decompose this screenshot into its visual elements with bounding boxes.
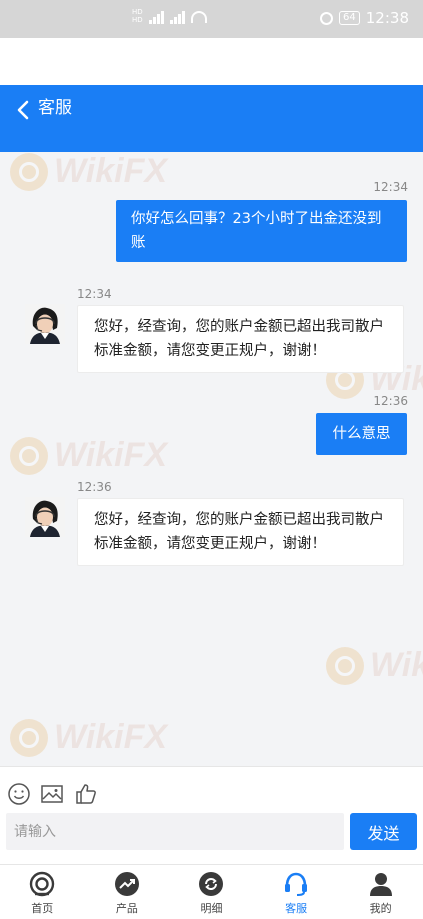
top-spacer xyxy=(0,38,423,85)
image-icon[interactable] xyxy=(40,782,64,806)
watermark-logo-icon xyxy=(10,436,48,475)
signal-icon-2 xyxy=(169,10,185,24)
wifi-icon xyxy=(190,10,207,23)
page-title: 客服 xyxy=(38,98,72,118)
message-timestamp: 12:34 xyxy=(373,180,408,194)
send-button[interactable]: 发送 xyxy=(350,813,417,850)
watermark: WikiFX xyxy=(326,646,423,685)
sim1-badge: HD HD xyxy=(132,8,143,24)
watermark: WikiFX xyxy=(10,436,167,475)
header-bar xyxy=(0,85,423,152)
agent-avatar xyxy=(25,497,65,537)
message-timestamp: 12:36 xyxy=(77,480,112,494)
bottom-tab-bar: 首页 产品 明细 客服 我的 xyxy=(0,864,423,919)
tab-products[interactable]: 产品 xyxy=(85,865,170,919)
headset-icon xyxy=(283,871,309,897)
message-input-wrapper xyxy=(6,813,344,850)
tab-details[interactable]: 明细 xyxy=(169,865,254,919)
status-bar: HD HD 64 12:38 xyxy=(0,0,423,38)
tab-customer-service[interactable]: 客服 xyxy=(254,865,339,919)
watermark: WikiFX xyxy=(10,718,167,757)
chat-area[interactable]: WikiFX WikiFX WikiFX WikiFX WikiFX WikiF… xyxy=(0,152,423,766)
emoji-icon[interactable] xyxy=(7,782,31,806)
battery-icon: 64 xyxy=(339,11,360,25)
thumbs-up-icon[interactable] xyxy=(74,782,98,806)
trend-icon xyxy=(114,871,140,897)
status-time: 12:38 xyxy=(365,9,409,27)
agent-avatar xyxy=(25,304,65,344)
tab-home[interactable]: 首页 xyxy=(0,865,85,919)
message-timestamp: 12:36 xyxy=(373,394,408,408)
user-icon xyxy=(368,871,394,897)
alarm-icon xyxy=(320,11,334,25)
tab-mine[interactable]: 我的 xyxy=(338,865,423,919)
status-bar-left: HD HD xyxy=(132,9,207,24)
status-bar-right: 64 12:38 xyxy=(320,9,409,27)
message-timestamp: 12:34 xyxy=(77,287,112,301)
watermark-logo-icon xyxy=(326,646,364,685)
watermark: WikiFX xyxy=(10,152,167,191)
signal-icon xyxy=(148,10,164,24)
incoming-message-bubble[interactable]: 您好，经查询，您的账户金额已超出我司散户标准金额，请您变更正规户，谢谢！ xyxy=(77,305,404,373)
watermark-logo-icon xyxy=(10,152,48,191)
outgoing-message-bubble[interactable]: 什么意思 xyxy=(316,413,407,455)
watermark-logo-icon xyxy=(10,718,48,757)
incoming-message-bubble[interactable]: 您好，经查询，您的账户金额已超出我司散户标准金额，请您变更正规户，谢谢！ xyxy=(77,498,404,566)
message-input[interactable] xyxy=(6,813,344,850)
outgoing-message-bubble[interactable]: 你好怎么回事？23个小时了出金还没到账 xyxy=(116,200,407,262)
home-icon xyxy=(29,871,55,897)
exchange-icon xyxy=(198,871,224,897)
